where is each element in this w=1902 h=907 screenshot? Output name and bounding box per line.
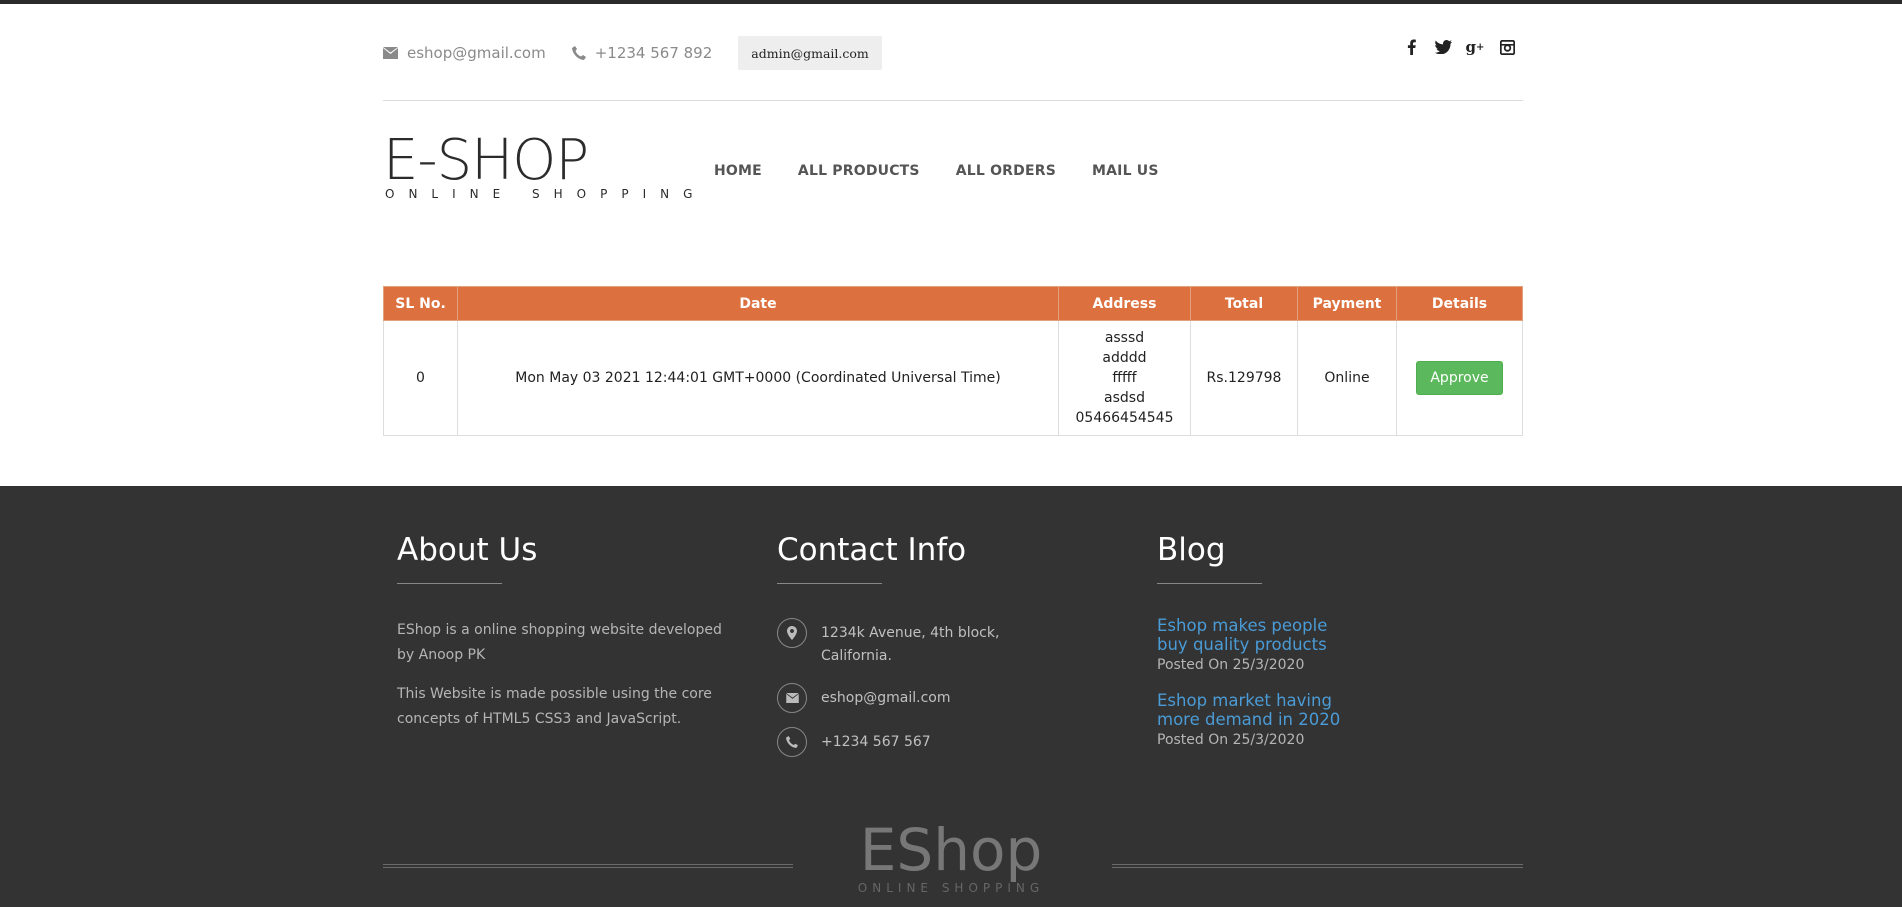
nav-home[interactable]: HOME [714,163,762,179]
cell-payment: Online [1297,320,1397,436]
about-title: About Us [397,532,538,568]
twitter-icon[interactable] [1432,36,1454,58]
contact-title: Contact Info [777,532,967,568]
header-email[interactable]: eshop@gmail.com [383,44,546,62]
blog-post: Eshop makes people buy quality products … [1157,616,1342,673]
footer-logo-subtitle: ONLINE SHOPPING [857,881,1045,895]
contact-address: 1234k Avenue, 4th block, California. [777,618,1017,668]
blog-title: Blog [1157,532,1226,568]
blog-post-date: Posted On 25/3/2020 [1157,732,1305,748]
top-border [0,0,1902,4]
admin-user-badge[interactable]: admin@gmail.com [738,36,882,70]
col-address: Address [1058,286,1191,321]
contact-strip: eshop@gmail.com +1234 567 892 admin@gmai… [383,36,882,70]
col-sl-no: SL No. [383,286,458,321]
cell-details: Approve [1396,320,1523,436]
footer-logo[interactable]: EShop ONLINE SHOPPING [0,821,1902,895]
col-details: Details [1396,286,1523,321]
about-section: About Us EShop is a online shopping webs… [397,532,742,732]
table-row: 0 Mon May 03 2021 12:44:01 GMT+0000 (Coo… [383,320,1523,436]
orders-table: SL No. Date Address Total Payment Detail… [383,286,1523,436]
contact-email-text: eshop@gmail.com [821,690,951,706]
about-text-1: EShop is a online shopping website devel… [397,622,722,663]
col-payment: Payment [1297,286,1397,321]
phone-icon [571,46,586,60]
map-marker-icon [777,618,807,648]
nav-mail-us[interactable]: MAIL US [1092,163,1159,179]
approve-button[interactable]: Approve [1416,361,1503,395]
contact-address-text: 1234k Avenue, 4th block, California. [821,625,1000,664]
instagram-icon[interactable] [1496,36,1518,58]
site-footer: About Us EShop is a online shopping webs… [0,486,1902,907]
cell-sl: 0 [383,320,458,436]
main-nav: HOME ALL PRODUCTS ALL ORDERS MAIL US [714,163,1195,179]
col-date: Date [457,286,1059,321]
contact-underline [777,583,882,584]
facebook-icon[interactable] [1400,36,1422,58]
contact-email[interactable]: eshop@gmail.com [777,683,950,713]
nav-all-products[interactable]: ALL PRODUCTS [798,163,920,179]
address-line: adddd [1102,350,1147,366]
orders-header-row: SL No. Date Address Total Payment Detail… [383,286,1523,321]
col-total: Total [1190,286,1298,321]
google-plus-icon[interactable]: g + [1464,36,1486,58]
contact-phone: +1234 567 567 [777,727,931,757]
blog-section: Blog Eshop makes people buy quality prod… [1157,532,1342,748]
footer-logo-title: EShop [859,816,1043,884]
nav-all-orders[interactable]: ALL ORDERS [956,163,1056,179]
about-underline [397,583,502,584]
logo-subtitle: ONLINE SHOPPING [385,187,707,201]
envelope-icon [383,47,398,59]
blog-post-date: Posted On 25/3/2020 [1157,657,1305,673]
site-logo[interactable]: E-SHOP ONLINE SHOPPING [383,128,707,202]
address-line: asdsd [1104,390,1145,406]
blog-underline [1157,583,1262,584]
cell-date: Mon May 03 2021 12:44:01 GMT+0000 (Coord… [457,320,1059,436]
cell-total: Rs.129798 [1190,320,1298,436]
header-email-text: eshop@gmail.com [407,44,546,62]
address-line: asssd [1104,330,1145,346]
header-divider [383,100,1523,101]
social-links: g + [1400,36,1528,58]
address-line: fffff [1112,370,1137,386]
contact-phone-text: +1234 567 567 [821,734,931,750]
header-phone-text: +1234 567 892 [594,44,713,62]
blog-post-link[interactable]: Eshop market having more demand in 2020 [1157,691,1342,729]
phone-icon [777,727,807,757]
envelope-icon [777,683,807,713]
blog-post: Eshop market having more demand in 2020 … [1157,691,1342,748]
logo-title: E-SHOP [383,128,589,193]
header-phone: +1234 567 892 [571,44,713,62]
contact-section: Contact Info 1234k Avenue, 4th block, Ca… [777,532,1077,772]
address-line: 05466454545 [1075,410,1174,426]
blog-post-link[interactable]: Eshop makes people buy quality products [1157,616,1342,654]
about-text-2: This Website is made possible using the … [397,686,712,727]
cell-address: asssd adddd fffff asdsd 05466454545 [1058,320,1191,436]
